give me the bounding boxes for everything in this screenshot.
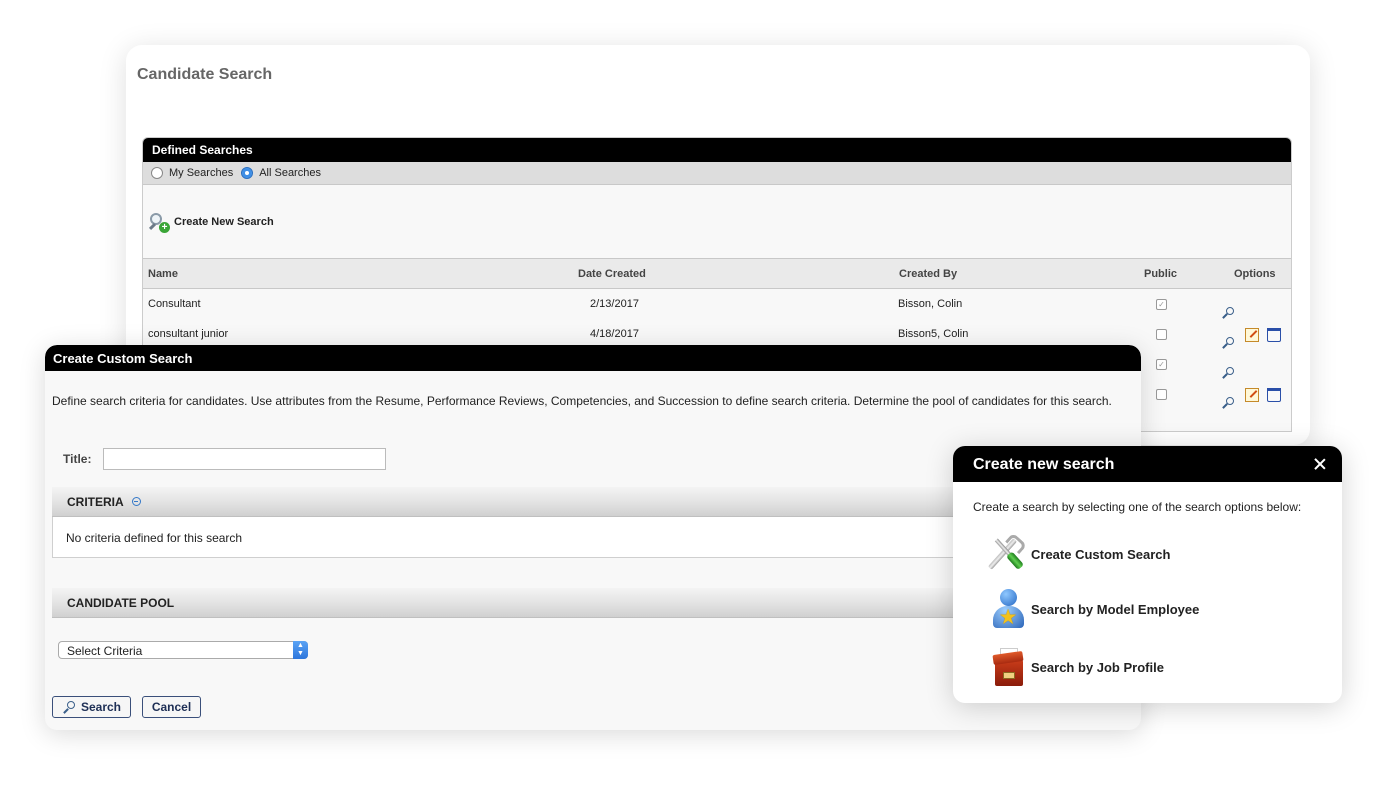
dialog-header: Create Custom Search <box>45 345 1141 371</box>
row-created-by: Bisson5, Colin <box>898 328 969 340</box>
table-row[interactable]: Consultant 2/13/2017 Bisson, Colin ✓ <box>143 289 1291 319</box>
close-icon[interactable] <box>1312 456 1328 472</box>
criteria-label: CRITERIA <box>67 494 124 509</box>
row-name[interactable]: consultant junior <box>148 328 228 340</box>
cancel-button-label: Cancel <box>151 700 192 714</box>
select-arrows-icon: ▲ ▼ <box>293 641 308 659</box>
modal-title: Create new search <box>973 456 1115 473</box>
delete-icon[interactable] <box>1267 388 1281 402</box>
column-created-by[interactable]: Created By <box>899 268 957 280</box>
public-checkbox[interactable] <box>1156 329 1167 340</box>
defined-searches-header: Defined Searches <box>143 138 1291 162</box>
row-date: 4/18/2017 <box>590 328 639 340</box>
dialog-description: Define search criteria for candidates. U… <box>52 394 1112 408</box>
all-searches-radio[interactable] <box>241 167 254 179</box>
candidate-pool-label: CANDIDATE POOL <box>67 595 175 610</box>
job-profile-icon <box>990 646 1027 688</box>
column-date-created[interactable]: Date Created <box>578 268 646 280</box>
option-label[interactable]: Search by Model Employee <box>1031 602 1199 617</box>
view-icon[interactable] <box>1221 357 1235 379</box>
edit-icon[interactable] <box>1245 328 1259 342</box>
search-add-icon: + <box>148 211 170 233</box>
search-button-label: Search <box>80 700 122 714</box>
search-by-job-profile-option[interactable]: Search by Job Profile <box>990 646 1164 688</box>
modal-description: Create a search by selecting one of the … <box>973 500 1302 514</box>
view-icon[interactable] <box>1221 297 1235 319</box>
create-new-search-label[interactable]: Create New Search <box>174 216 274 228</box>
delete-icon[interactable] <box>1267 328 1281 342</box>
public-checkbox: ✓ <box>1156 299 1167 310</box>
search-filter-bar: My Searches All Searches <box>143 162 1291 185</box>
page-title: Candidate Search <box>137 66 273 83</box>
row-date: 2/13/2017 <box>590 298 639 310</box>
title-input[interactable] <box>103 448 386 470</box>
view-icon[interactable] <box>1221 387 1235 409</box>
modal-header: Create new search <box>953 446 1342 482</box>
search-icon <box>62 700 76 714</box>
model-employee-icon: ★ <box>990 588 1027 630</box>
table-header: Name Date Created Created By Public Opti… <box>143 259 1291 289</box>
edit-icon[interactable] <box>1245 388 1259 402</box>
public-checkbox: ✓ <box>1156 359 1167 370</box>
public-checkbox[interactable] <box>1156 389 1167 400</box>
column-name[interactable]: Name <box>148 268 178 280</box>
tools-icon <box>987 533 1027 575</box>
add-criteria-icon[interactable] <box>131 497 141 506</box>
column-options: Options <box>1234 268 1276 280</box>
row-name[interactable]: Consultant <box>148 298 201 310</box>
search-by-model-employee-option[interactable]: ★ Search by Model Employee <box>990 588 1199 630</box>
criteria-select-value: Select Criteria <box>67 644 143 658</box>
title-label: Title: <box>63 452 92 466</box>
criteria-select[interactable]: Select Criteria ▲ ▼ <box>58 641 308 659</box>
create-new-search-modal: Create new search Create a search by sel… <box>953 446 1342 703</box>
cancel-button[interactable]: Cancel <box>142 696 201 718</box>
search-button[interactable]: Search <box>52 696 131 718</box>
all-searches-label[interactable]: All Searches <box>259 167 321 179</box>
my-searches-radio[interactable] <box>151 167 163 179</box>
option-label[interactable]: Search by Job Profile <box>1031 660 1164 675</box>
view-icon[interactable] <box>1221 327 1235 349</box>
my-searches-label[interactable]: My Searches <box>169 167 233 179</box>
row-created-by: Bisson, Colin <box>898 298 963 310</box>
option-label[interactable]: Create Custom Search <box>1031 547 1170 562</box>
create-custom-search-option[interactable]: Create Custom Search <box>987 533 1170 575</box>
create-new-search-link[interactable]: + Create New Search <box>143 185 1291 259</box>
column-public: Public <box>1144 268 1178 280</box>
